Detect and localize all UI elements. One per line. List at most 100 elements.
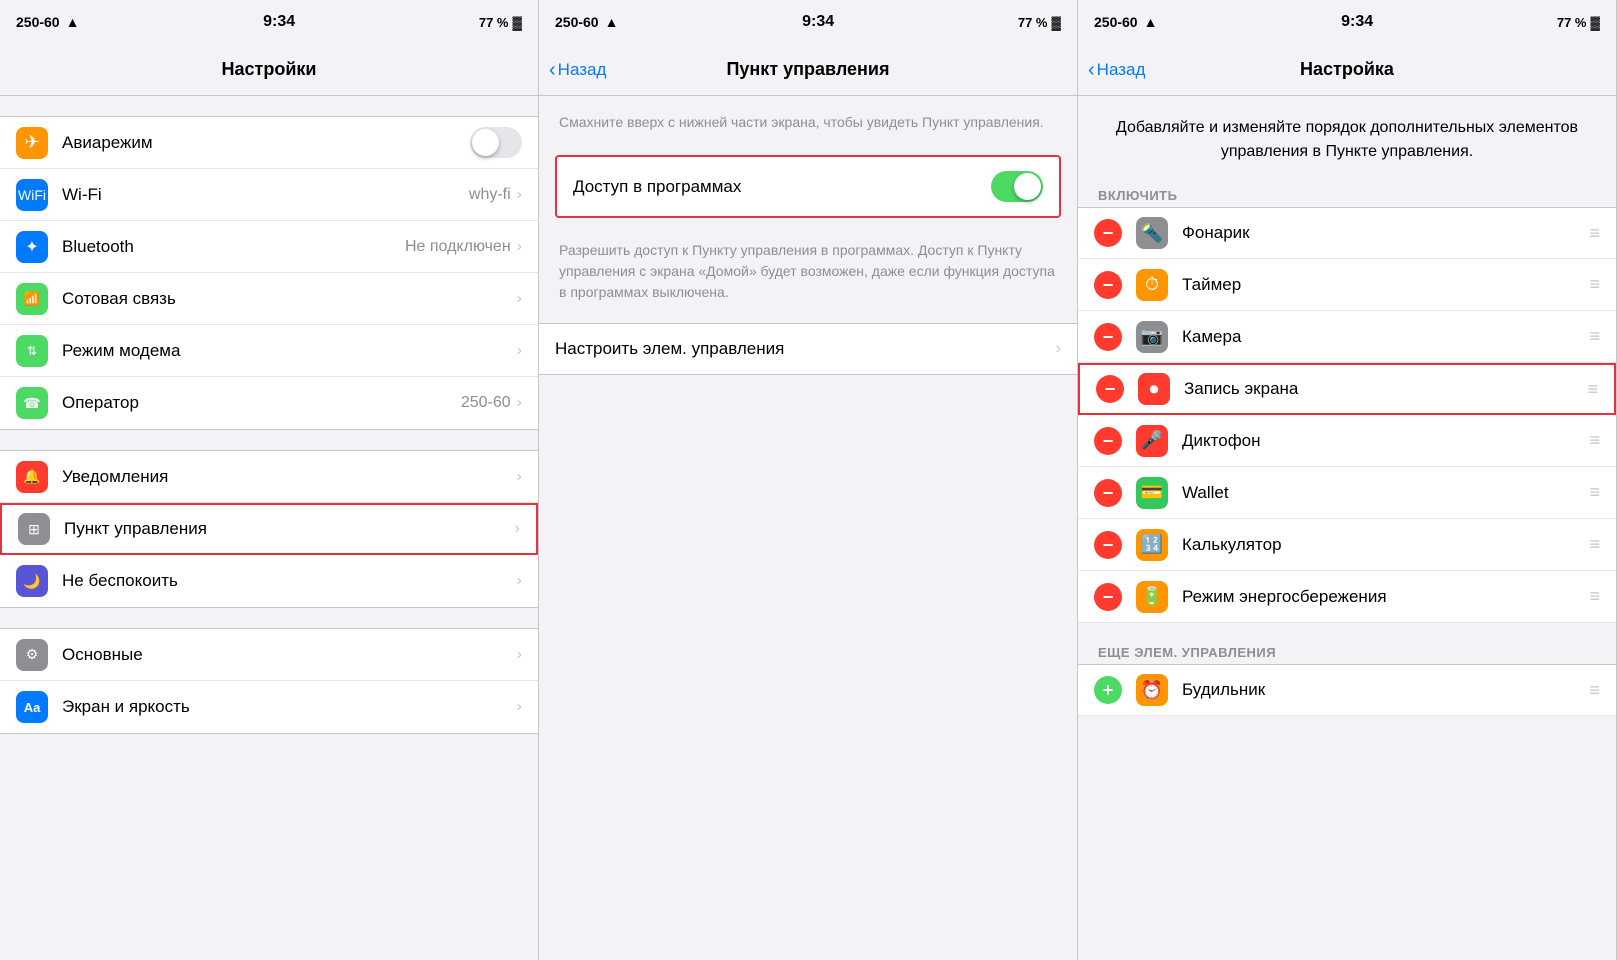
settings-group-display: ⚙ Основные › Aa Экран и яркость › (0, 628, 538, 734)
remove-power-save-btn[interactable]: − (1094, 583, 1122, 611)
screen-record-drag-handle[interactable]: ≡ (1587, 379, 1598, 400)
bluetooth-value: Не подключен (405, 238, 511, 256)
voice-memo-label: Диктофон (1182, 431, 1589, 451)
access-description: Разрешить доступ к Пункту управления в п… (539, 230, 1077, 323)
notifications-icon: 🔔 (16, 461, 48, 493)
settings-item-control-center[interactable]: ⊞ Пункт управления › (0, 503, 538, 555)
hotspot-label: Режим модема (62, 341, 517, 361)
bluetooth-label: Bluetooth (62, 237, 405, 257)
voice-memo-icon: 🎤 (1136, 425, 1168, 457)
access-toggle[interactable] (991, 171, 1043, 202)
general-icon: ⚙ (16, 639, 48, 671)
donotdisturb-icon: 🌙 (16, 565, 48, 597)
status-bar-left-3: 250-60 ▲ (1094, 14, 1157, 30)
remove-flashlight-btn[interactable]: − (1094, 219, 1122, 247)
control-item-screen-record[interactable]: − ⏺ Запись экрана ≡ (1078, 363, 1616, 415)
hotspot-chevron: › (517, 342, 522, 360)
control-item-timer[interactable]: − ⏱ Таймер ≡ (1078, 259, 1616, 311)
settings-item-donotdisturb[interactable]: 🌙 Не беспокоить › (0, 555, 538, 607)
camera-icon: 📷 (1136, 321, 1168, 353)
cellular-label: Сотовая связь (62, 289, 517, 309)
control-item-alarm[interactable]: + ⏰ Будильник ≡ (1078, 664, 1616, 716)
remove-calculator-btn[interactable]: − (1094, 531, 1122, 559)
setup-description: Добавляйте и изменяйте порядок дополните… (1078, 96, 1616, 180)
camera-drag-handle[interactable]: ≡ (1589, 326, 1600, 347)
settings-item-cellular[interactable]: 📶 Сотовая связь › (0, 273, 538, 325)
display-label: Экран и яркость (62, 697, 517, 717)
more-section-header: ЕЩЕ ЭЛЕМ. УПРАВЛЕНИЯ (1078, 637, 1616, 664)
carrier-1: 250-60 (16, 14, 60, 30)
flashlight-label: Фонарик (1182, 223, 1589, 243)
settings-item-airplane[interactable]: ✈ Авиарежим (0, 117, 538, 169)
time-3: 9:34 (1341, 13, 1373, 31)
wallet-drag-handle[interactable]: ≡ (1589, 482, 1600, 503)
nav-title-3: Настройка (1300, 59, 1394, 80)
back-chevron-3: ‹ (1088, 60, 1095, 80)
settings-group-notifications: 🔔 Уведомления › ⊞ Пункт управления › 🌙 Н… (0, 450, 538, 608)
timer-icon: ⏱ (1136, 269, 1168, 301)
control-center-panel: 250-60 ▲ 9:34 77 % ▓ ‹ Назад Пункт управ… (539, 0, 1078, 960)
back-button-2[interactable]: ‹ Назад (549, 60, 606, 80)
control-item-camera[interactable]: − 📷 Камера ≡ (1078, 311, 1616, 363)
carrier-3: 250-60 (1094, 14, 1138, 30)
wallet-label: Wallet (1182, 483, 1589, 503)
control-item-power-save[interactable]: − 🔋 Режим энергосбережения ≡ (1078, 571, 1616, 623)
back-button-3[interactable]: ‹ Назад (1088, 60, 1145, 80)
general-chevron: › (517, 646, 522, 664)
add-alarm-btn[interactable]: + (1094, 676, 1122, 704)
settings-item-operator[interactable]: ☎ Оператор 250-60 › (0, 377, 538, 429)
wifi-chevron: › (517, 186, 522, 204)
operator-icon: ☎ (16, 387, 48, 419)
status-bar-3: 250-60 ▲ 9:34 77 % ▓ (1078, 0, 1616, 44)
airplane-toggle[interactable] (470, 127, 522, 158)
settings-item-display[interactable]: Aa Экран и яркость › (0, 681, 538, 733)
control-item-calculator[interactable]: − 🔢 Калькулятор ≡ (1078, 519, 1616, 571)
donotdisturb-chevron: › (517, 572, 522, 590)
remove-wallet-btn[interactable]: − (1094, 479, 1122, 507)
operator-value: 250-60 (461, 394, 511, 412)
settings-item-notifications[interactable]: 🔔 Уведомления › (0, 451, 538, 503)
settings-item-wifi[interactable]: WiFi Wi-Fi why-fi › (0, 169, 538, 221)
flashlight-icon: 🔦 (1136, 217, 1168, 249)
wifi-icon-1: ▲ (66, 14, 80, 30)
wifi-icon-3: ▲ (1144, 14, 1158, 30)
remove-screen-record-btn[interactable]: − (1096, 375, 1124, 403)
customize-label: Настроить элем. управления (555, 339, 1056, 359)
time-1: 9:34 (263, 13, 295, 31)
remove-timer-btn[interactable]: − (1094, 271, 1122, 299)
timer-drag-handle[interactable]: ≡ (1589, 274, 1600, 295)
settings-item-bluetooth[interactable]: ✦ Bluetooth Не подключен › (0, 221, 538, 273)
more-items-list: + ⏰ Будильник ≡ (1078, 664, 1616, 716)
alarm-drag-handle: ≡ (1589, 680, 1600, 701)
settings-content: ✈ Авиарежим WiFi Wi-Fi why-fi › ✦ Blueto… (0, 96, 538, 960)
remove-voice-memo-btn[interactable]: − (1094, 427, 1122, 455)
bluetooth-chevron: › (517, 238, 522, 256)
settings-item-hotspot[interactable]: ⇅ Режим модема › (0, 325, 538, 377)
flashlight-drag-handle[interactable]: ≡ (1589, 223, 1600, 244)
operator-chevron: › (517, 394, 522, 412)
power-save-icon: 🔋 (1136, 581, 1168, 613)
control-item-voice-memo[interactable]: − 🎤 Диктофон ≡ (1078, 415, 1616, 467)
calculator-drag-handle[interactable]: ≡ (1589, 534, 1600, 555)
settings-item-general[interactable]: ⚙ Основные › (0, 629, 538, 681)
notifications-label: Уведомления (62, 467, 517, 487)
screen-record-label: Запись экрана (1184, 379, 1587, 399)
battery-icon-3: ▓ (1591, 15, 1600, 30)
power-save-drag-handle[interactable]: ≡ (1589, 586, 1600, 607)
control-center-icon: ⊞ (18, 513, 50, 545)
remove-camera-btn[interactable]: − (1094, 323, 1122, 351)
alarm-label: Будильник (1182, 680, 1589, 700)
access-toggle-row[interactable]: Доступ в программах (555, 155, 1061, 218)
voice-memo-drag-handle[interactable]: ≡ (1589, 430, 1600, 451)
control-item-flashlight[interactable]: − 🔦 Фонарик ≡ (1078, 207, 1616, 259)
donotdisturb-label: Не беспокоить (62, 571, 517, 591)
control-item-wallet[interactable]: − 💳 Wallet ≡ (1078, 467, 1616, 519)
customize-row[interactable]: Настроить элем. управления › (539, 323, 1077, 375)
include-section-header: ВКЛЮЧИТЬ (1078, 180, 1616, 207)
settings-group-network: ✈ Авиарежим WiFi Wi-Fi why-fi › ✦ Blueto… (0, 116, 538, 430)
time-2: 9:34 (802, 13, 834, 31)
nav-bar-2: ‹ Назад Пункт управления (539, 44, 1077, 96)
settings-section-1: ✈ Авиарежим WiFi Wi-Fi why-fi › ✦ Blueto… (0, 116, 538, 430)
battery-pct-1: 77 % (479, 15, 509, 30)
timer-label: Таймер (1182, 275, 1589, 295)
